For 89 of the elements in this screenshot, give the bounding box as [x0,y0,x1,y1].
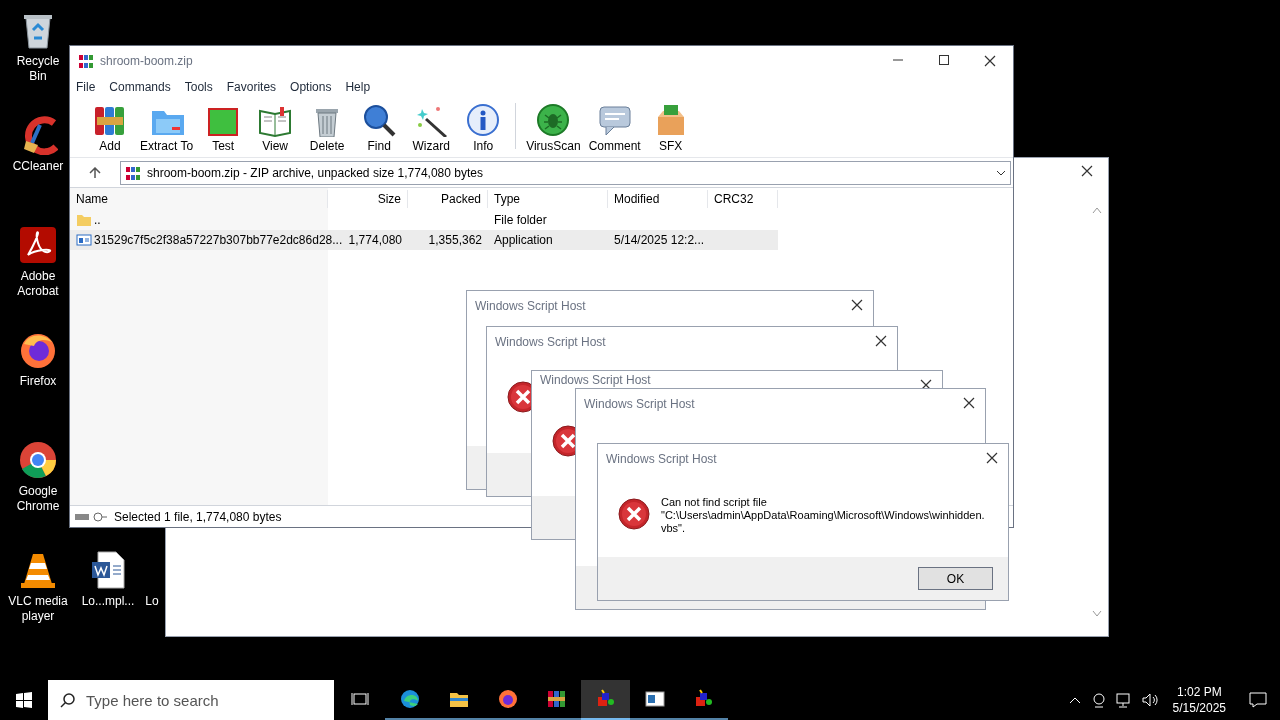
close-icon[interactable] [986,452,998,464]
webcam-icon[interactable] [1090,692,1107,708]
archive-books-icon [78,53,94,69]
column-header[interactable]: CRC32 [708,190,778,208]
window-icon [644,689,665,709]
table-cell-text: 1,355,362 [428,232,482,249]
table-cell-text: File folder [494,212,547,229]
toolbar-button[interactable]: Wizard [405,102,458,154]
toolbar-button[interactable]: Delete [301,102,354,154]
network-icon[interactable] [1114,692,1133,708]
notification-icon[interactable] [1249,692,1267,708]
table-cell-text: 1,774,080 [348,232,402,249]
close-icon[interactable] [1080,164,1094,178]
taskbar-app-button[interactable] [581,680,630,720]
menu-item[interactable]: Help [345,78,371,96]
column-header[interactable]: Type [488,190,608,208]
close-icon[interactable] [851,299,863,311]
table-cell-text: 5/14/2025 12:2... [614,232,705,249]
toolbar-button[interactable]: Info [457,102,510,154]
dialog-title: Windows Script Host [475,299,586,313]
toolbar-button[interactable]: SFX [644,102,697,154]
address-bar[interactable]: shroom-boom.zip - ZIP archive, unpacked size 1,774,080 bytes [120,160,1011,185]
archive-books-icon [546,689,567,709]
column-header[interactable]: Size [328,190,408,208]
scroll-up-icon[interactable] [1092,206,1102,214]
close-icon[interactable] [875,335,887,347]
chevron-up-icon[interactable] [1068,696,1081,704]
toolbar-button[interactable]: Add [84,102,136,154]
file-row[interactable]: .. File folder [70,210,778,230]
round-logo-icon[interactable] [18,440,58,480]
shapes-icon [595,689,616,709]
shapes-icon [693,689,714,709]
dialog-title: Windows Script Host [540,373,651,387]
file-row[interactable]: 31529c7f5c2f38a57227b307bb77e2dc86d28... 1,774,080 1,355,362 Application 5/14/2025 12:2... [70,230,778,250]
search-icon [60,692,76,708]
desktop-icon-label[interactable]: Firefox [19,374,57,389]
close-icon[interactable] [963,397,975,409]
dialog-title: Windows Script Host [584,397,695,411]
desktop-icon-label[interactable]: CCleaner [12,159,64,174]
toolbar-button[interactable]: Extract To [136,102,198,154]
column-header[interactable]: Packed [408,190,488,208]
table-cell-text: Application [494,232,553,249]
speech-bubble-icon [597,103,632,137]
info-icon [466,103,501,137]
error-icon [618,498,650,530]
table-cell-text: 31529c7f5c2f38a57227b307bb77e2dc86d28... [94,232,343,249]
menu-item[interactable]: Tools [184,78,213,96]
drive-icon [74,510,108,523]
application-icon [76,232,92,248]
ok-button[interactable]: OK [918,567,993,590]
toolbar-button[interactable]: VirusScan [522,102,585,154]
toolbar-button[interactable]: Find [353,102,406,154]
speaker-icon[interactable] [1140,692,1159,708]
bug-icon [536,103,571,137]
close-icon[interactable] [984,55,996,67]
desktop-icon-label[interactable]: Lo [145,594,159,609]
up-arrow-icon[interactable] [89,166,101,179]
clock[interactable]: 1:02 PM 5/15/2025 [1172,684,1226,716]
toolbar-button[interactable]: Test [197,102,250,154]
search-icon [362,103,397,137]
menu-item[interactable]: Options [290,78,332,96]
dialog-title: Windows Script Host [495,335,606,349]
status-text: Selected 1 file, 1,774,080 bytes [114,508,282,526]
document-icon[interactable] [18,225,58,265]
browser-swirl-icon [399,689,420,709]
toolbar-button[interactable]: View [249,102,302,154]
archive-books-icon [125,164,141,181]
dialog-title: Windows Script Host [606,452,717,466]
toolbar-button[interactable]: Comment [584,102,645,154]
maximize-icon[interactable] [939,55,949,65]
desktop-icon-label[interactable]: Adobe Acrobat [8,269,68,299]
menu-item[interactable]: Favorites [226,78,277,96]
window-title: shroom-boom.zip [100,53,193,70]
desktop-icon-label[interactable]: Google Chrome [8,484,68,514]
fox-globe-icon [497,689,518,709]
column-header[interactable]: Name [70,190,328,208]
scroll-down-icon[interactable] [1092,610,1102,618]
search-field[interactable]: Type here to search [48,680,334,720]
folder-icon [76,212,92,228]
table-cell-text: .. [94,212,101,229]
start-icon[interactable] [16,692,32,708]
error-message: Can not find script file "C:\Users\admin\AppData\Roaming\Microsoft\Windows\winhidden.vbs". [661,496,986,535]
menu-item[interactable]: File [76,78,96,96]
desktop-icon-label[interactable]: Recycle Bin [8,54,68,84]
menu-item[interactable]: Commands [109,78,171,96]
desktop-icon-label[interactable]: Lo...mpl... [81,594,135,609]
dropdown-icon [996,169,1006,176]
column-header[interactable]: Modified [608,190,708,208]
desktop-icon-label[interactable]: VLC media player [8,594,68,624]
